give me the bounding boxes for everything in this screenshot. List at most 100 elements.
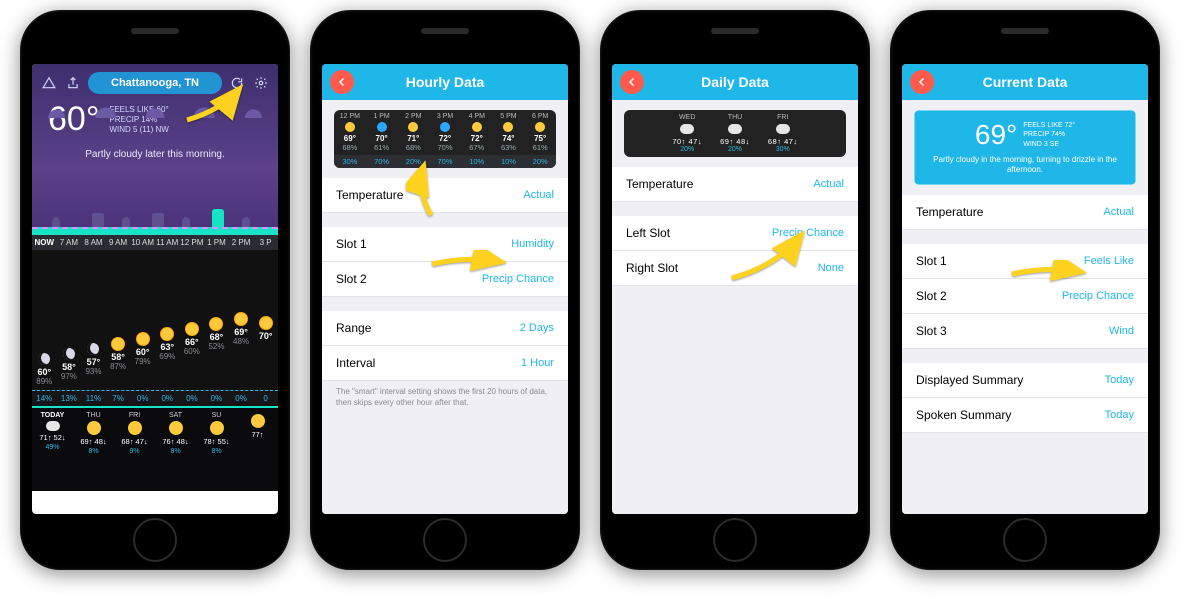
daily-item[interactable]: TODAY71↑ 52↓49%	[32, 408, 73, 492]
setting-row[interactable]: Range2 Days	[322, 311, 568, 346]
hour-label: 9 AM	[106, 235, 131, 250]
back-button[interactable]	[330, 70, 354, 94]
daily-forecast[interactable]: TODAY71↑ 52↓49%THU69↑ 48↓8%FRI68↑ 47↓9%S…	[32, 406, 278, 492]
warning-icon[interactable]	[40, 74, 58, 92]
hourly-item[interactable]: 60°89%	[32, 250, 57, 390]
hourly-preview: 12 PM69°68%1 PM70°61%2 PM71°68%3 PM72°70…	[334, 110, 556, 168]
gear-icon[interactable]	[252, 74, 270, 92]
wind: WIND 5 (11) NW	[109, 125, 168, 135]
hourly-item[interactable]: 68°52%	[204, 250, 229, 390]
setting-row[interactable]: Right SlotNone	[612, 251, 858, 286]
hour-label: 11 AM	[155, 235, 180, 250]
moon-icon	[63, 348, 75, 360]
summary-text: Partly cloudy later this morning.	[32, 149, 278, 160]
sun-icon	[345, 122, 355, 132]
sun-icon	[472, 122, 482, 132]
setting-value: Wind	[1109, 325, 1134, 337]
setting-value: Feels Like	[1084, 255, 1134, 267]
precip-row: 14%13%11%7%0%0%0%0%0%0	[32, 390, 278, 406]
hourly-item[interactable]: 58°87%	[106, 250, 131, 390]
setting-label: Slot 1	[916, 254, 947, 268]
setting-label: Interval	[336, 356, 375, 370]
setting-label: Slot 3	[916, 324, 947, 338]
setting-label: Slot 1	[336, 237, 367, 251]
daily-col: WED70↑ 47↓20%	[672, 114, 702, 153]
setting-value: None	[818, 262, 844, 274]
setting-value: 2 Days	[520, 322, 554, 334]
phone-1: Chattanooga, TN 60° FEELS LIKE 60° PRECI…	[20, 10, 290, 570]
setting-row[interactable]: Displayed SummaryToday	[902, 363, 1148, 398]
setting-label: Temperature	[626, 177, 693, 191]
sun-icon	[408, 122, 418, 132]
hour-labels-row[interactable]: NOW7 AM8 AM9 AM10 AM11 AM12 PM1 PM2 PM3 …	[32, 235, 278, 250]
moon-icon	[87, 343, 99, 355]
hourly-item[interactable]: 69°48%	[229, 250, 254, 390]
rain-icon	[377, 122, 387, 132]
back-button[interactable]	[620, 70, 644, 94]
hourly-col: 3 PM72°70%	[429, 110, 461, 155]
hourly-item[interactable]: 57°93%	[81, 250, 106, 390]
setting-row[interactable]: Slot 3 Wind	[902, 314, 1148, 349]
daily-item[interactable]: 77↑	[237, 408, 278, 492]
daily-item[interactable]: SU78↑ 55↓8%	[196, 408, 237, 492]
hourly-col: 1 PM70°61%	[366, 110, 398, 155]
screen-daily-data: Daily Data WED70↑ 47↓20%THU69↑ 48↓20%FRI…	[612, 64, 858, 514]
setting-row[interactable]: TemperatureActual	[902, 195, 1148, 230]
sun-icon	[87, 421, 101, 435]
hour-label: 12 PM	[180, 235, 205, 250]
hourly-item[interactable]: 58°97%	[57, 250, 82, 390]
setting-row[interactable]: TemperatureActual	[322, 178, 568, 213]
rain-icon	[440, 122, 450, 132]
daily-preview: WED70↑ 47↓20%THU69↑ 48↓20%FRI68↑ 47↓30%	[624, 110, 846, 157]
hour-label: 10 AM	[130, 235, 155, 250]
hourly-item[interactable]: 70°	[253, 250, 278, 390]
cloud-icon	[680, 124, 694, 134]
setting-row[interactable]: Left SlotPrecip Chance	[612, 216, 858, 251]
hourly-forecast[interactable]: 60°89%58°97%57°93%58°87%60°79%63°69%66°6…	[32, 250, 278, 390]
sun-icon	[251, 414, 265, 428]
cloud-icon	[46, 421, 60, 431]
share-icon[interactable]	[64, 74, 82, 92]
setting-row[interactable]: Slot 1 Feels Like	[902, 244, 1148, 279]
setting-value: Precip Chance	[1062, 290, 1134, 302]
hourly-item[interactable]: 63°69%	[155, 250, 180, 390]
sun-icon	[137, 333, 149, 345]
setting-label: Temperature	[336, 188, 403, 202]
current-preview: 69° FEELS LIKE 72° PRECIP 74% WIND 3 SE …	[914, 110, 1136, 185]
setting-row[interactable]: Slot 1 Humidity	[322, 227, 568, 262]
daily-item[interactable]: SAT76↑ 48↓8%	[155, 408, 196, 492]
preview-wind: WIND 3 SE	[1023, 140, 1075, 149]
setting-value: Today	[1105, 409, 1134, 421]
phone-3: Daily Data WED70↑ 47↓20%THU69↑ 48↓20%FRI…	[600, 10, 870, 570]
sun-icon	[210, 421, 224, 435]
daily-item[interactable]: THU69↑ 48↓8%	[73, 408, 114, 492]
hour-label: 1 PM	[204, 235, 229, 250]
setting-value: Today	[1105, 374, 1134, 386]
setting-value: Humidity	[511, 238, 554, 250]
setting-row[interactable]: Interval 1 Hour	[322, 346, 568, 381]
interval-footnote: The "smart" interval setting shows the f…	[322, 381, 568, 415]
back-button[interactable]	[910, 70, 934, 94]
sun-icon	[535, 122, 545, 132]
refresh-icon[interactable]	[228, 74, 246, 92]
setting-row[interactable]: Slot 2Precip Chance	[902, 279, 1148, 314]
screen-weather-home: Chattanooga, TN 60° FEELS LIKE 60° PRECI…	[32, 64, 278, 514]
setting-row[interactable]: Spoken SummaryToday	[902, 398, 1148, 433]
sun-icon	[169, 421, 183, 435]
screen-current-data: Current Data 69° FEELS LIKE 72° PRECIP 7…	[902, 64, 1148, 514]
setting-label: Slot 2	[336, 272, 367, 286]
phone-4: Current Data 69° FEELS LIKE 72° PRECIP 7…	[890, 10, 1160, 570]
hour-label: 3 P	[253, 235, 278, 250]
setting-row[interactable]: Slot 2 Precip Chance	[322, 262, 568, 297]
preview-precip: PRECIP 74%	[1023, 130, 1075, 139]
hour-label: 2 PM	[229, 235, 254, 250]
sun-icon	[235, 313, 247, 325]
hourly-item[interactable]: 60°79%	[130, 250, 155, 390]
location-pill[interactable]: Chattanooga, TN	[88, 72, 222, 94]
daily-item[interactable]: FRI68↑ 47↓9%	[114, 408, 155, 492]
hourly-item[interactable]: 66°60%	[180, 250, 205, 390]
setting-value: 1 Hour	[521, 357, 554, 369]
setting-row[interactable]: TemperatureActual	[612, 167, 858, 202]
cloud-icon	[728, 124, 742, 134]
setting-value: Precip Chance	[482, 273, 554, 285]
